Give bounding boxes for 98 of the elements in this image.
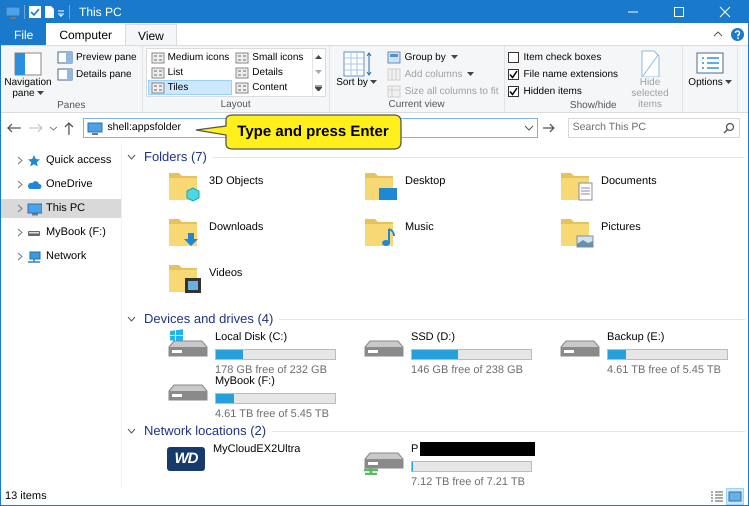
details-pane-icon — [57, 66, 73, 82]
item-name[interactable]: Music — [405, 219, 434, 236]
option-label[interactable]: File name extensions — [524, 66, 618, 82]
group-label: Panes — [57, 100, 86, 113]
item-name[interactable]: Local Disk (C:) — [215, 329, 288, 346]
layout-option[interactable]: Content — [232, 80, 311, 95]
address-field[interactable]: shell:appsfolder — [107, 120, 200, 136]
chevron-icon[interactable] — [17, 228, 23, 237]
group-label: Layout — [220, 99, 251, 112]
ribbon-tab[interactable]: View — [125, 24, 177, 46]
group-header[interactable]: Devices and drives (4) — [127, 309, 274, 329]
chevron-icon[interactable] — [17, 156, 23, 165]
item-name[interactable]: Documents — [601, 173, 657, 190]
sort-icon — [340, 49, 373, 77]
checkbox-option[interactable]: File name extensions — [508, 66, 618, 82]
resize-columns-icon — [386, 84, 402, 98]
up-icon[interactable] — [62, 120, 76, 136]
layout-icon — [150, 66, 165, 78]
help-icon[interactable] — [731, 28, 744, 40]
group-label: Current view — [388, 99, 445, 112]
free-space-text: 4.61 TB free of 5.45 TB — [607, 362, 722, 378]
columns-icon — [386, 66, 402, 82]
view-button[interactable] — [726, 488, 744, 504]
collapse-ribbon-icon[interactable] — [713, 30, 723, 38]
layout-option[interactable]: Medium icons — [148, 50, 232, 65]
file-tab[interactable]: File — [1, 23, 46, 45]
item-count: 13 items — [5, 488, 47, 504]
ribbon-button[interactable]: Options — [686, 48, 734, 89]
computer-icon — [87, 120, 104, 136]
checkbox-option[interactable]: Item check boxes — [508, 49, 618, 65]
checkbox[interactable] — [508, 86, 519, 96]
free-space-text: 7.12 TB free of 7.21 TB — [411, 474, 526, 490]
item-name[interactable]: Downloads — [209, 219, 264, 236]
scroll-up-icon[interactable] — [315, 54, 322, 58]
window-title: This PC — [79, 4, 122, 21]
search-icon[interactable] — [722, 122, 735, 134]
logo: WD — [167, 447, 205, 471]
layout-icon — [150, 82, 165, 94]
layout-option[interactable]: Small icons — [232, 50, 311, 65]
item-name[interactable]: MyCloudEX2Ultra — [213, 441, 300, 458]
checkbox-option[interactable]: Hidden items — [508, 83, 618, 99]
ribbon-button[interactable]: Navigation pane — [4, 48, 52, 100]
checkbox[interactable] — [508, 68, 519, 80]
layout-icon — [235, 66, 250, 78]
option-label[interactable]: Item check boxes — [524, 50, 602, 64]
search-box[interactable]: Search This PC — [568, 118, 740, 138]
nav-item[interactable]: Quick access — [1, 151, 121, 170]
layout-icon — [150, 52, 165, 64]
ribbon-button[interactable]: Group by — [384, 49, 501, 65]
chevron-icon[interactable] — [17, 180, 23, 189]
group-icon — [386, 50, 402, 64]
chevron-icon[interactable] — [17, 204, 23, 213]
item-name[interactable]: Videos — [209, 265, 242, 282]
item-name[interactable]: Pictures — [601, 219, 641, 236]
network-icon — [27, 250, 42, 264]
nav-item[interactable]: This PC — [1, 199, 121, 218]
nav-item[interactable]: Network — [1, 247, 121, 266]
details-view-icon — [710, 490, 724, 502]
chevron-icon — [127, 154, 136, 160]
item-name[interactable]: 3D Objects — [209, 173, 264, 190]
expand-gallery-icon[interactable] — [315, 84, 322, 90]
computer-icon — [5, 4, 21, 20]
scroll-down-icon[interactable] — [315, 70, 322, 74]
item-name[interactable]: Desktop — [405, 173, 446, 190]
dropdown-icon[interactable] — [524, 124, 534, 132]
group-header[interactable]: Folders (7) — [127, 147, 207, 167]
chevron-icon — [127, 428, 136, 434]
ribbon-tab[interactable]: Computer — [46, 23, 126, 45]
layout-option[interactable]: Details — [232, 65, 311, 80]
properties-icon[interactable] — [28, 5, 42, 19]
ribbon-button[interactable]: Sort by — [332, 48, 381, 89]
group-header[interactable]: Network locations (2) — [127, 421, 266, 441]
go-icon[interactable] — [542, 122, 556, 134]
search-field[interactable]: Search This PC — [572, 120, 723, 136]
nav-item[interactable]: OneDrive — [1, 175, 121, 194]
star-icon — [27, 154, 42, 168]
computer-icon — [27, 202, 42, 216]
layout-option[interactable]: List — [148, 65, 232, 80]
option-label[interactable]: Hidden items — [524, 84, 582, 98]
chevron-icon — [127, 316, 136, 322]
nav-item[interactable]: MyBook (F:) — [1, 223, 121, 242]
layout-icon — [235, 82, 250, 94]
item-name[interactable]: MyBook (F:) — [215, 373, 275, 390]
item-name[interactable]: SSD (D:) — [411, 329, 455, 346]
ribbon-button[interactable]: Details pane — [55, 66, 139, 82]
free-space-text: 178 GB free of 232 GB — [215, 362, 328, 376]
layout-option[interactable]: Tiles — [148, 80, 232, 95]
chevron-icon[interactable] — [17, 252, 23, 261]
checkbox[interactable] — [508, 52, 519, 62]
free-space-text: 146 GB free of 238 GB — [411, 362, 524, 378]
ribbon-button[interactable]: Preview pane — [55, 49, 139, 65]
layout-icon — [235, 52, 250, 64]
large-icons-view-icon — [728, 490, 742, 502]
free-space-text: 4.61 TB free of 5.45 TB — [215, 406, 330, 422]
preview-pane-icon — [57, 50, 73, 64]
group-label: Show/hide — [570, 100, 617, 113]
item-name[interactable]: Backup (E:) — [607, 329, 664, 346]
item-name[interactable]: P — [411, 441, 418, 458]
